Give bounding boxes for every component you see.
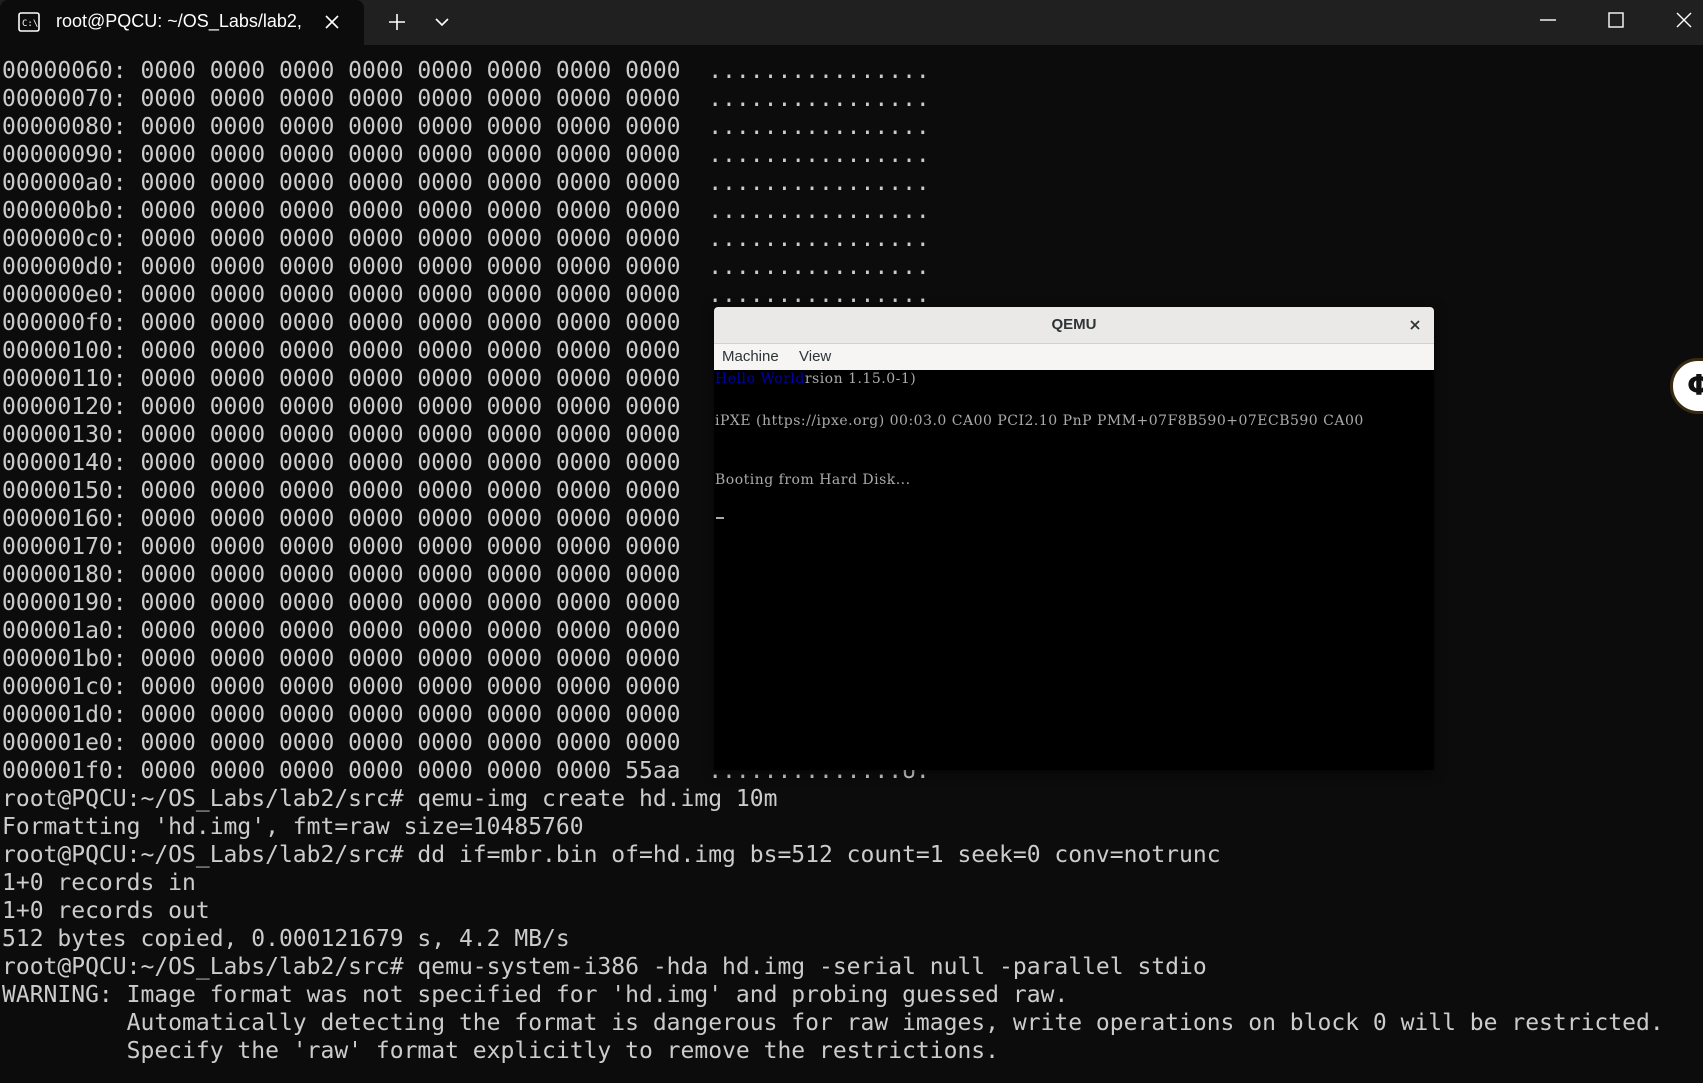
terminal-line: Specify the 'raw' format explicitly to r…	[2, 1038, 999, 1064]
version-tail-text: rsion 1.15.0-1)	[804, 371, 917, 387]
qemu-window[interactable]: QEMU Machine View Hello Worldrsion 1.15.…	[714, 307, 1434, 770]
chevron-down-icon[interactable]	[433, 14, 451, 30]
terminal-line: WARNING: Image format was not specified …	[2, 982, 1069, 1008]
terminal-icon: C:\	[18, 12, 40, 32]
terminal-line: 000000e0: 0000 0000 0000 0000 0000 0000 …	[2, 282, 930, 308]
terminal-line: 00000070: 0000 0000 0000 0000 0000 0000 …	[2, 86, 930, 112]
terminal-line: 00000090: 0000 0000 0000 0000 0000 0000 …	[2, 142, 930, 168]
maximize-icon[interactable]	[1602, 6, 1630, 34]
text-cursor	[716, 517, 724, 519]
hello-world-text: Hello World	[715, 371, 805, 387]
new-tab-icon[interactable]	[386, 11, 408, 33]
qemu-display[interactable]: Hello Worldrsion 1.15.0-1) iPXE (https:/…	[714, 370, 1434, 770]
tab-title: root@PQCU: ~/OS_Labs/lab2,	[56, 11, 302, 31]
terminal-line: 1+0 records in	[2, 870, 196, 896]
terminal-line: 00000080: 0000 0000 0000 0000 0000 0000 …	[2, 114, 930, 140]
vga-version-line: Hello Worldrsion 1.15.0-1)	[715, 371, 916, 387]
close-tab-icon[interactable]	[322, 12, 342, 32]
edge-floating-widget[interactable]: Φ	[1670, 358, 1703, 414]
terminal-line: 000000a0: 0000 0000 0000 0000 0000 0000 …	[2, 170, 930, 196]
terminal-line: root@PQCU:~/OS_Labs/lab2/src# dd if=mbr.…	[2, 842, 1221, 868]
close-window-icon[interactable]	[1670, 6, 1698, 34]
terminal-line: 512 bytes copied, 0.000121679 s, 4.2 MB/…	[2, 926, 570, 952]
widget-icon: Φ	[1687, 369, 1703, 402]
terminal-tab[interactable]: C:\ root@PQCU: ~/OS_Labs/lab2,	[0, 0, 364, 45]
booting-line: Booting from Hard Disk...	[715, 472, 911, 488]
close-icon[interactable]	[1408, 318, 1422, 332]
ipxe-line: iPXE (https://ipxe.org) 00:03.0 CA00 PCI…	[715, 413, 1364, 429]
terminal-line: Formatting 'hd.img', fmt=raw size=104857…	[2, 814, 584, 840]
svg-text:C:\: C:\	[22, 19, 38, 29]
terminal-line: 000000b0: 0000 0000 0000 0000 0000 0000 …	[2, 198, 930, 224]
terminal-line: root@PQCU:~/OS_Labs/lab2/src# qemu-img c…	[2, 786, 778, 812]
qemu-title: QEMU	[1051, 316, 1097, 333]
terminal-line: 000000c0: 0000 0000 0000 0000 0000 0000 …	[2, 226, 930, 252]
qemu-menubar: Machine View	[714, 344, 1434, 370]
menu-view[interactable]: View	[799, 348, 831, 365]
terminal-line: root@PQCU:~/OS_Labs/lab2/src# qemu-syste…	[2, 954, 1207, 980]
qemu-titlebar[interactable]: QEMU	[714, 307, 1434, 344]
minimize-icon[interactable]	[1534, 6, 1562, 34]
title-bar: C:\ root@PQCU: ~/OS_Labs/lab2,	[0, 0, 1703, 45]
terminal-line: 1+0 records out	[2, 898, 210, 924]
terminal-line: 00000060: 0000 0000 0000 0000 0000 0000 …	[2, 58, 930, 84]
terminal-line: 000000d0: 0000 0000 0000 0000 0000 0000 …	[2, 254, 930, 280]
terminal-line: Automatically detecting the format is da…	[2, 1010, 1664, 1036]
menu-machine[interactable]: Machine	[722, 348, 779, 365]
